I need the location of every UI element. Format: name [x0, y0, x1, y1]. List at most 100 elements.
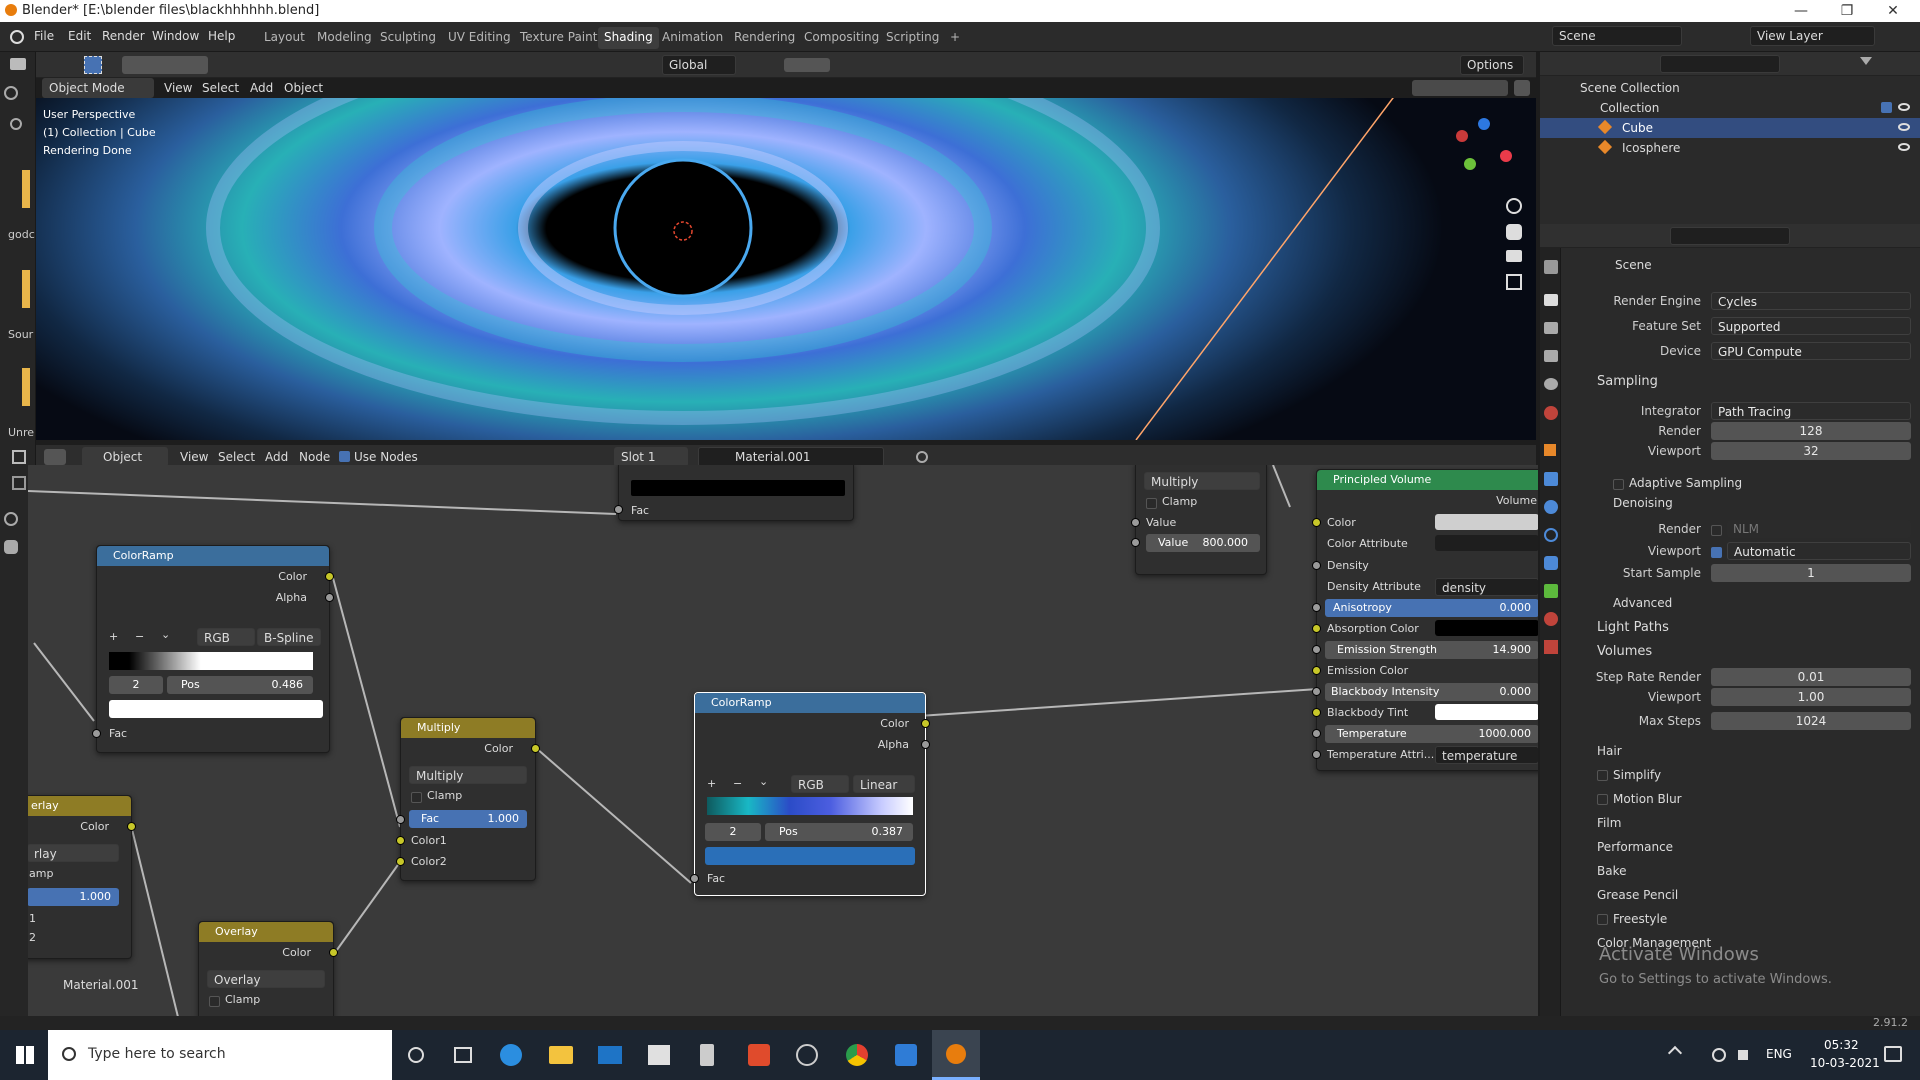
node-menu[interactable]: Node	[299, 450, 330, 464]
tray-icons[interactable]	[1667, 1045, 1768, 1062]
clock-time[interactable]: 05:32	[1824, 1038, 1859, 1052]
color-swatch[interactable]	[631, 480, 845, 496]
denoise-viewport-checkbox[interactable]	[1711, 545, 1722, 559]
clamp-checkbox[interactable]	[209, 994, 220, 1007]
stop-position-field[interactable]: Pos 0.486	[167, 676, 313, 694]
eye-icon[interactable]	[1898, 103, 1910, 111]
transform-orientation-dropdown[interactable]: Global	[662, 55, 736, 75]
principled-volume-node[interactable]: Principled Volume Volume Color Color Att…	[1312, 469, 1538, 771]
clamp-checkbox[interactable]	[411, 790, 422, 803]
menu-render[interactable]: Render	[102, 29, 145, 43]
color-attribute-field[interactable]	[1435, 535, 1538, 551]
stop-position-field[interactable]: Pos 0.387	[765, 823, 913, 841]
pause-render-icon[interactable]	[1514, 80, 1530, 96]
tab-animation[interactable]: Animation	[656, 27, 729, 49]
particles-tab-icon[interactable]	[1544, 500, 1558, 514]
texture-tab-icon[interactable]	[1544, 640, 1558, 654]
denoising-section[interactable]: Denoising	[1613, 496, 1673, 510]
color-output-socket[interactable]	[127, 822, 136, 831]
emission-strength-socket[interactable]	[1312, 645, 1321, 654]
simplify-section[interactable]: Simplify	[1613, 768, 1661, 782]
constraints-tab-icon[interactable]	[1544, 556, 1558, 570]
emission-strength-field[interactable]: Emission Strength 14.900	[1325, 641, 1538, 659]
advanced-section[interactable]: Advanced	[1613, 596, 1672, 610]
menu-help[interactable]: Help	[208, 29, 235, 43]
math-operation-dropdown[interactable]: Multiply	[1144, 472, 1260, 490]
menu-edit[interactable]: Edit	[68, 29, 91, 43]
blender-taskbar-icon[interactable]	[932, 1030, 980, 1080]
render-engine-dropdown[interactable]: Cycles	[1711, 292, 1911, 310]
select-box-icon[interactable]	[84, 56, 102, 74]
collection-row[interactable]: Collection	[1540, 98, 1920, 118]
max-steps-field[interactable]: 1024	[1711, 712, 1911, 730]
blender-menu-icon[interactable]	[10, 30, 24, 44]
outliner-item-icosphere[interactable]: Icosphere	[1540, 138, 1920, 158]
tab-compositing[interactable]: Compositing	[798, 27, 885, 49]
filter-icon[interactable]	[1860, 57, 1872, 69]
zoom-icon[interactable]	[4, 512, 18, 526]
menu-window[interactable]: Window	[152, 29, 199, 43]
properties-search[interactable]	[1670, 227, 1790, 245]
blend-mode-dropdown[interactable]: Overlay	[207, 970, 325, 988]
steam-icon[interactable]	[796, 1044, 818, 1066]
fac-input-socket[interactable]	[396, 815, 405, 824]
add-stop-button[interactable]: +	[707, 777, 716, 790]
slot-dropdown[interactable]: Slot 1	[614, 447, 688, 467]
sampling-section[interactable]: Sampling	[1597, 374, 1658, 389]
tab-layout[interactable]: Layout	[258, 27, 311, 49]
physics-tab-icon[interactable]	[1544, 528, 1558, 542]
viewport-samples-field[interactable]: 32	[1711, 442, 1911, 460]
blackbody-intensity-socket[interactable]	[1312, 687, 1321, 696]
anisotropy-input-socket[interactable]	[1312, 603, 1321, 612]
world-tab-icon[interactable]	[1544, 406, 1558, 420]
close-button[interactable]: ✕	[1870, 0, 1916, 22]
stop-color-swatch[interactable]	[705, 847, 915, 865]
options-dropdown[interactable]: Options	[1460, 55, 1524, 75]
taskbar-search-box[interactable]: Type here to search	[48, 1030, 392, 1080]
object-mode-dropdown[interactable]: Object Mode	[42, 78, 154, 98]
step-rate-field[interactable]: 0.01	[1711, 668, 1911, 686]
app-s-icon[interactable]	[748, 1044, 770, 1066]
object-type-dropdown[interactable]: Object	[82, 447, 168, 467]
integrator-dropdown[interactable]: Path Tracing	[1711, 402, 1911, 420]
feature-set-dropdown[interactable]: Supported	[1711, 317, 1911, 335]
edge-icon[interactable]	[500, 1044, 522, 1066]
menu-file[interactable]: File	[34, 29, 54, 43]
emission-color-socket[interactable]	[1312, 666, 1321, 675]
ramp-menu-button[interactable]: ⌄	[759, 775, 768, 788]
node-editor-canvas[interactable]: Fac Multiply Clamp Value Value 800.000 C…	[28, 465, 1538, 1017]
language-indicator[interactable]: ENG	[1766, 1047, 1792, 1061]
motion-blur-checkbox[interactable]	[1597, 792, 1608, 806]
zoom-view-icon[interactable]	[1506, 198, 1522, 214]
adaptive-sampling-checkbox[interactable]	[1613, 477, 1624, 491]
clamp-checkbox[interactable]	[1146, 496, 1157, 509]
add-menu[interactable]: Add	[265, 450, 288, 464]
blackbody-tint-swatch[interactable]	[1435, 704, 1538, 720]
stop-index-field[interactable]: 2	[705, 823, 761, 841]
cursor-tool-icon[interactable]	[4, 86, 18, 100]
object-tab-icon[interactable]	[1544, 444, 1556, 456]
object-menu[interactable]: Object	[284, 81, 323, 95]
color-output-socket[interactable]	[325, 572, 334, 581]
volumes-section[interactable]: Volumes	[1597, 644, 1652, 659]
select-menu[interactable]: Select	[218, 450, 255, 464]
tab-sculpting[interactable]: Sculpting	[374, 27, 442, 49]
cortana-icon[interactable]	[408, 1047, 424, 1063]
grease-pencil-section[interactable]: Grease Pencil	[1597, 888, 1678, 902]
node-editor-type-icon[interactable]	[12, 450, 26, 464]
interpolation-dropdown[interactable]: Linear	[853, 775, 915, 793]
app-w-icon[interactable]	[895, 1044, 917, 1066]
scene-collection-row[interactable]: Scene Collection	[1540, 78, 1920, 98]
freestyle-checkbox[interactable]	[1597, 912, 1608, 926]
freestyle-section[interactable]: Freestyle	[1613, 912, 1667, 926]
minimize-button[interactable]: —	[1778, 0, 1824, 22]
value-field[interactable]: Value 800.000	[1146, 534, 1260, 552]
volume-viewport-field[interactable]: 1.00	[1711, 688, 1911, 706]
material-tab-icon[interactable]	[1544, 612, 1558, 626]
overlay-left-title[interactable]: erlay	[28, 796, 131, 816]
multiply-mix-node[interactable]: Multiply Color Multiply Clamp Fac 1.000 …	[396, 717, 540, 881]
use-nodes-checkbox[interactable]	[339, 451, 350, 462]
navigation-gizmo[interactable]	[1454, 116, 1512, 174]
overlay-mix-node[interactable]: Overlay Color Overlay Clamp	[198, 921, 338, 1017]
fac-field[interactable]: 1.000	[28, 888, 119, 906]
